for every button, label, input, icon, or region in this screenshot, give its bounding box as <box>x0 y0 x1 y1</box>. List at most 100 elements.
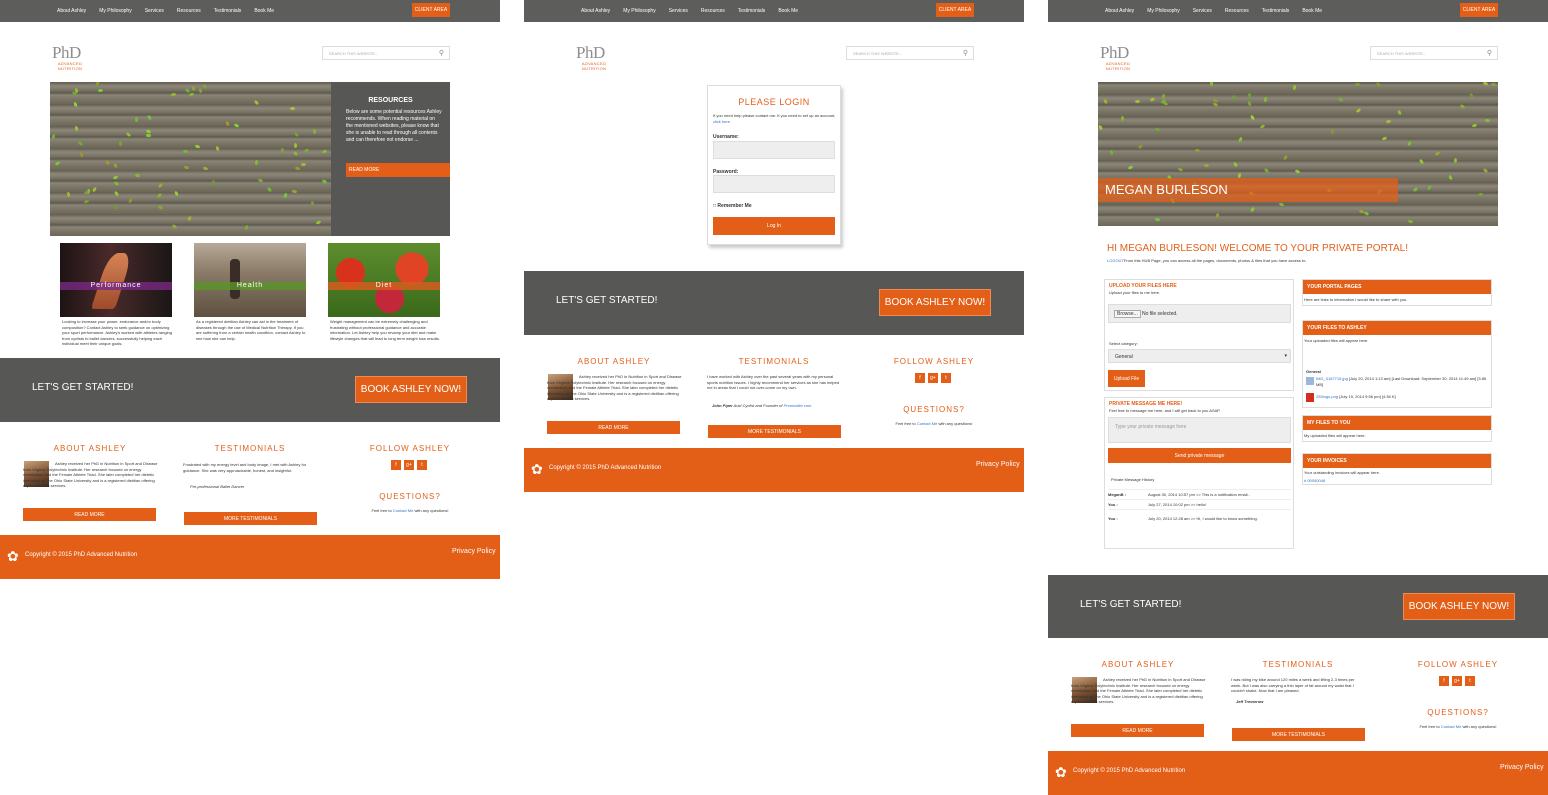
username-field[interactable] <box>713 141 835 159</box>
category-select[interactable]: General ▾ <box>1108 349 1291 363</box>
twitter-icon[interactable]: t <box>941 373 951 383</box>
site-logo[interactable]: PhD ADVANCED NUTRITION <box>576 44 620 74</box>
more-testimonials-button[interactable]: MORE TESTIMONIALS <box>1232 728 1365 741</box>
about-read-more-button[interactable]: READ MORE <box>1071 724 1204 737</box>
search-input[interactable]: SEARCH THIS WEBSITE... ⚲ <box>1370 46 1498 60</box>
nav-services[interactable]: Services <box>1193 8 1212 14</box>
leaf-decoration <box>1375 82 1382 88</box>
nav-testimonials[interactable]: Testimonials <box>1262 8 1290 14</box>
file-link[interactable]: IMG_0187715.jpg <box>1316 376 1348 381</box>
leaf-decoration <box>156 192 163 199</box>
privacy-policy-link[interactable]: Privacy Policy <box>452 548 496 555</box>
leaf-decoration <box>157 182 164 189</box>
remember-me-checkbox[interactable]: □ Remember Me <box>713 203 752 209</box>
contact-me-link[interactable]: Contact Me <box>1441 724 1461 729</box>
cta-band: LET'S GET STARTED! BOOK ASHLEY NOW! <box>0 358 500 422</box>
google-plus-icon[interactable]: g+ <box>1452 676 1462 686</box>
file-row: 250logo.png [July 19, 2014 9:56 pm] [4.3… <box>1306 393 1490 402</box>
about-read-more-button[interactable]: READ MORE <box>547 421 680 434</box>
portal-banner-image: MEGAN BURLESON <box>1098 82 1498 226</box>
nav-resources[interactable]: Resources <box>701 8 725 14</box>
click-here-link[interactable]: click here. <box>713 119 731 124</box>
leaf-decoration <box>91 186 98 193</box>
book-ashley-button[interactable]: BOOK ASHLEY NOW! <box>879 289 991 316</box>
leaf-decoration <box>312 128 317 135</box>
book-ashley-button[interactable]: BOOK ASHLEY NOW! <box>1403 593 1515 620</box>
contact-me-link[interactable]: Contact Me <box>393 508 413 513</box>
nav-book[interactable]: Book Me <box>254 8 274 14</box>
book-ashley-button[interactable]: BOOK ASHLEY NOW! <box>355 376 467 403</box>
message-textarea[interactable]: Type your private message here <box>1108 417 1291 443</box>
client-area-button[interactable]: CLIENT AREA <box>412 3 450 17</box>
twitter-icon[interactable]: t <box>417 460 427 470</box>
nav-services[interactable]: Services <box>669 8 688 14</box>
service-tile-health[interactable]: Health <box>194 243 306 317</box>
footer: ✿ Copyright © 2015 PhD Advanced Nutritio… <box>524 448 1024 492</box>
file-input[interactable]: Browse... No file selected. <box>1108 304 1291 323</box>
password-field[interactable] <box>713 175 835 193</box>
leaf-decoration <box>1162 100 1169 107</box>
contact-me-link[interactable]: Contact Me <box>917 421 937 426</box>
nav-about[interactable]: About Ashley <box>57 8 86 14</box>
service-label-health: Health <box>194 282 306 290</box>
nav-philosophy[interactable]: My Philosophy <box>623 8 656 14</box>
facebook-icon[interactable]: f <box>391 460 401 470</box>
privacy-policy-link[interactable]: Privacy Policy <box>976 461 1020 468</box>
leaf-decoration <box>1385 119 1392 124</box>
nav-book[interactable]: Book Me <box>778 8 798 14</box>
privacy-policy-link[interactable]: Privacy Policy <box>1500 764 1544 771</box>
login-page-panel: About Ashley My Philosophy Services Reso… <box>524 0 1024 492</box>
facebook-icon[interactable]: f <box>915 373 925 383</box>
cta-band: LET'S GET STARTED! BOOK ASHLEY NOW! <box>1048 575 1548 638</box>
search-icon[interactable]: ⚲ <box>1487 49 1492 57</box>
log-in-button[interactable]: Log In <box>713 217 835 235</box>
nav-resources[interactable]: Resources <box>1225 8 1249 14</box>
client-area-button[interactable]: CLIENT AREA <box>936 3 974 17</box>
leaf-decoration <box>1418 158 1425 165</box>
proombike-link[interactable]: Proombike.com <box>784 403 812 408</box>
service-tile-diet[interactable]: Diet <box>328 243 440 317</box>
logout-link[interactable]: LOGOUT <box>1107 258 1124 263</box>
about-read-more-button[interactable]: READ MORE <box>23 508 156 521</box>
nav-philosophy[interactable]: My Philosophy <box>1147 8 1180 14</box>
more-testimonials-button[interactable]: MORE TESTIMONIALS <box>708 425 841 438</box>
search-input[interactable]: SEARCH THIS WEBSITE... ⚲ <box>846 46 974 60</box>
nav-about[interactable]: About Ashley <box>581 8 610 14</box>
leaf-decoration <box>173 190 180 197</box>
service-text-diet: Weight management can be extremely chall… <box>330 319 440 341</box>
leaf-decoration <box>1204 164 1209 167</box>
invoices-text: Your outstanding invoices will appear he… <box>1304 470 1380 475</box>
nav-book[interactable]: Book Me <box>1302 8 1322 14</box>
leaf-decoration <box>191 85 196 92</box>
facebook-icon[interactable]: f <box>1439 676 1449 686</box>
leaf-decoration <box>225 120 230 127</box>
file-link[interactable]: 250logo.png <box>1316 394 1338 399</box>
search-input[interactable]: SEARCH THIS WEBSITE... ⚲ <box>322 46 450 60</box>
send-message-button[interactable]: Send private message <box>1108 448 1291 463</box>
site-logo[interactable]: PhD ADVANCED NUTRITION <box>1100 44 1144 74</box>
google-plus-icon[interactable]: g+ <box>928 373 938 383</box>
more-testimonials-button[interactable]: MORE TESTIMONIALS <box>184 512 317 525</box>
browse-button[interactable]: Browse... <box>1114 310 1141 318</box>
nav-testimonials[interactable]: Testimonials <box>738 8 766 14</box>
leaf-decoration <box>1278 202 1285 207</box>
search-icon[interactable]: ⚲ <box>439 49 444 57</box>
invoice-link[interactable]: # 00000048 <box>1304 478 1325 484</box>
service-tile-performance[interactable]: Performance <box>60 243 172 317</box>
nav-testimonials[interactable]: Testimonials <box>214 8 242 14</box>
twitter-icon[interactable]: t <box>1465 676 1475 686</box>
nav-resources[interactable]: Resources <box>177 8 201 14</box>
leaf-decoration <box>1381 136 1388 141</box>
upload-file-button[interactable]: Upload File <box>1108 370 1145 387</box>
nav-services[interactable]: Services <box>145 8 164 14</box>
nav-philosophy[interactable]: My Philosophy <box>99 8 132 14</box>
client-area-button[interactable]: CLIENT AREA <box>1460 3 1498 17</box>
history-table: MeganB : August 30, 2014 10:57 pm >> Thi… <box>1108 489 1291 527</box>
leaf-decoration <box>1127 164 1134 171</box>
nav-about[interactable]: About Ashley <box>1105 8 1134 14</box>
resources-read-more-button[interactable]: READ MORE <box>346 163 450 177</box>
google-plus-icon[interactable]: g+ <box>404 460 414 470</box>
site-logo[interactable]: PhD ADVANCED NUTRITION <box>52 44 96 74</box>
search-icon[interactable]: ⚲ <box>963 49 968 57</box>
leaf-decoration <box>1232 161 1239 168</box>
